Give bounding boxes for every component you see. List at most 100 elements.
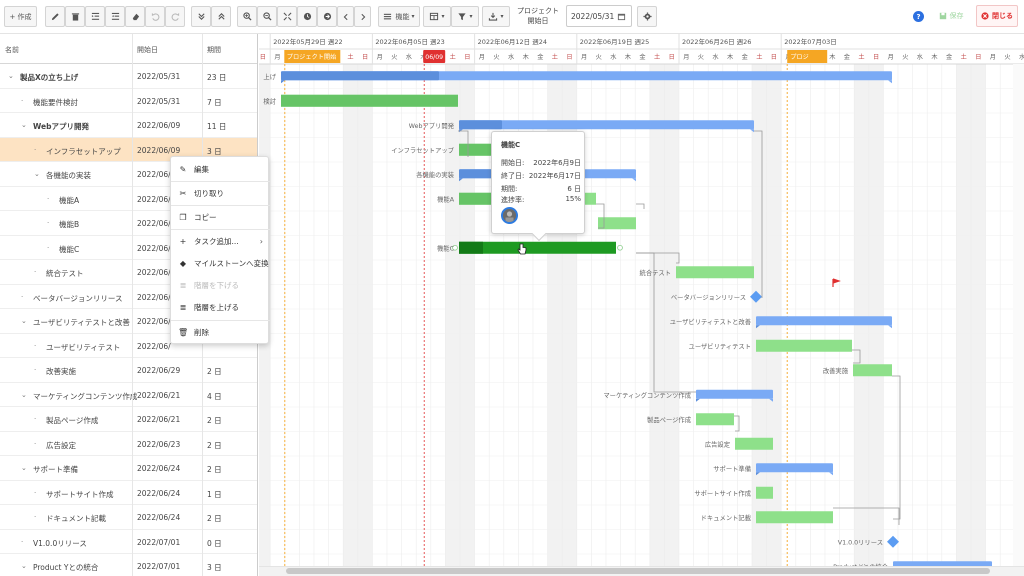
week-label: 2022年06月19日 週25 <box>580 37 649 46</box>
indent-icon <box>91 12 99 20</box>
settings-button[interactable] <box>637 6 657 27</box>
expand-toggle-icon[interactable]: ⌄ <box>34 170 40 178</box>
eraser-icon <box>132 13 139 21</box>
clear-button[interactable] <box>125 6 145 27</box>
table-row[interactable]: ⌄ Product Yとの統合 2022/07/01 3 日 <box>0 554 257 576</box>
undo-button[interactable] <box>145 6 165 27</box>
table-row[interactable]: ⌄ マーケティングコンテンツ作成 2022/06/21 4 日 <box>0 383 257 407</box>
task-start-date: 2022/06/21 <box>137 390 181 400</box>
edit-button[interactable] <box>45 6 65 27</box>
day-label: 金 <box>946 53 953 61</box>
zoom-out-button[interactable] <box>257 6 277 27</box>
menu-item-delete[interactable]: 🗑 削除 <box>171 321 270 343</box>
table-row[interactable]: · ドキュメント記載 2022/06/24 2 日 <box>0 505 257 530</box>
weekend-column <box>971 64 986 576</box>
summary-bar[interactable] <box>756 463 833 473</box>
week-label: 2022年06月12日 週24 <box>478 37 547 46</box>
task-bar[interactable] <box>676 266 754 279</box>
goto-start-button[interactable] <box>317 6 337 27</box>
expand-toggle-icon[interactable]: ⌄ <box>21 121 27 129</box>
chevrons-down-icon <box>197 13 205 20</box>
zoom-in-button[interactable] <box>237 6 257 27</box>
expand-all-button[interactable] <box>191 6 211 27</box>
save-button[interactable]: 保存 <box>932 5 970 27</box>
day-label: 土 <box>756 53 762 61</box>
menu-item-add-task[interactable]: + タスク追加... › <box>171 230 270 252</box>
tooltip-end-value: 2022年6月17日 <box>528 172 581 180</box>
menu-item-copy[interactable]: ❐ コピー <box>171 206 270 228</box>
weekend-column <box>649 64 665 576</box>
fit-button[interactable] <box>277 6 297 27</box>
column-header-name[interactable]: 名前 <box>5 45 19 55</box>
menu-item-outdent[interactable]: ≣ 階層を下げる <box>171 274 270 296</box>
expand-toggle-icon[interactable]: ⌄ <box>8 72 14 80</box>
horizontal-scrollbar-thumb[interactable] <box>286 568 990 574</box>
prev-button[interactable] <box>337 6 354 27</box>
summary-bar[interactable] <box>756 316 892 326</box>
task-duration: 0 日 <box>207 538 222 548</box>
project-start-date-value: 2022/05/31 <box>571 11 615 21</box>
task-bar[interactable] <box>756 511 833 524</box>
task-bar[interactable] <box>756 486 773 499</box>
close-button[interactable]: 閉じる <box>976 5 1018 27</box>
table-row[interactable]: · 機能要件検討 2022/05/31 7 日 <box>0 89 257 113</box>
menu-item-indent[interactable]: ≣ 階層を上げる <box>171 296 270 318</box>
delete-button[interactable] <box>65 6 85 27</box>
day-label: 火 <box>596 54 602 61</box>
task-bar[interactable] <box>696 413 734 426</box>
redo-button[interactable] <box>165 6 185 27</box>
outdent-icon <box>111 12 119 20</box>
task-progress <box>459 241 483 254</box>
task-name: サポートサイト作成 <box>46 489 114 499</box>
export-dropdown[interactable]: ▾ <box>482 6 510 27</box>
task-name: サポート準備 <box>33 465 78 474</box>
vertical-scrollbar[interactable] <box>1013 64 1024 566</box>
help-label: ? <box>916 12 921 21</box>
expand-toggle-icon[interactable]: ⌄ <box>21 391 27 399</box>
day-label: 木 <box>523 53 529 61</box>
today-button[interactable] <box>297 6 317 27</box>
day-label: 水 <box>508 53 515 61</box>
table-row[interactable]: ⌄ サポート準備 2022/06/24 2 日 <box>0 456 257 481</box>
filter-dropdown[interactable]: ▾ <box>451 6 479 27</box>
link-handle[interactable] <box>617 244 623 251</box>
task-start-date: 2022/06/ <box>137 268 171 277</box>
table-row[interactable]: ⌄ Webアプリ開発 2022/06/09 11 日 <box>0 113 257 138</box>
table-row[interactable]: · 改善実施 2022/06/29 2 日 <box>0 358 257 383</box>
table-row[interactable]: · 広告設定 2022/06/23 2 日 <box>0 432 257 456</box>
expand-toggle-icon[interactable]: ⌄ <box>21 464 27 472</box>
outdent-button[interactable] <box>105 6 125 27</box>
table-row[interactable]: · V1.0.0リリース 2022/07/01 0 日 <box>0 530 257 554</box>
menu-item-edit[interactable]: ✎ 編集 <box>171 158 270 180</box>
task-bar[interactable] <box>756 339 852 352</box>
expand-toggle-icon[interactable]: ⌄ <box>21 317 27 325</box>
menu-item-cut[interactable]: ✂ 切り取り <box>171 182 270 204</box>
collapse-all-button[interactable] <box>211 6 231 27</box>
project-start-date-input[interactable]: 2022/05/31 <box>566 5 632 27</box>
menu-item-to-milestone[interactable]: ◆ マイルストーンへ変換 <box>171 252 270 274</box>
indent-button[interactable] <box>85 6 105 27</box>
summary-bar[interactable] <box>696 389 773 399</box>
summary-bar[interactable] <box>459 120 754 130</box>
columns-filter-dropdown[interactable]: 機能 ▾ <box>378 6 420 27</box>
table-row[interactable]: · サポートサイト作成 2022/06/24 1 日 <box>0 481 257 505</box>
bar-label: インフラセットアップ <box>391 146 454 154</box>
flag-icon[interactable] <box>832 278 841 287</box>
chevron-right-icon: › <box>259 236 263 246</box>
task-duration: 2 日 <box>207 440 222 450</box>
milestone-diamond[interactable] <box>887 535 899 548</box>
bullet-icon: · <box>21 537 24 546</box>
next-button[interactable] <box>354 6 371 27</box>
caret-down-icon: ▾ <box>441 13 445 20</box>
help-icon[interactable]: ? <box>913 11 924 22</box>
task-bar[interactable] <box>735 437 773 450</box>
expand-toggle-icon[interactable]: ⌄ <box>21 562 27 570</box>
new-task-button[interactable]: + 作成 <box>4 6 37 27</box>
view-dropdown[interactable]: ▾ <box>423 6 451 27</box>
table-row[interactable]: ⌄ 製品Xの立ち上げ 2022/05/31 23 日 <box>0 64 257 89</box>
task-name: 改善実施 <box>46 367 76 376</box>
column-header-start[interactable]: 開始日 <box>137 45 158 55</box>
table-row[interactable]: · 製品ページ作成 2022/06/21 2 日 <box>0 407 257 432</box>
task-bar[interactable] <box>853 364 892 377</box>
column-header-duration[interactable]: 期間 <box>207 45 221 55</box>
